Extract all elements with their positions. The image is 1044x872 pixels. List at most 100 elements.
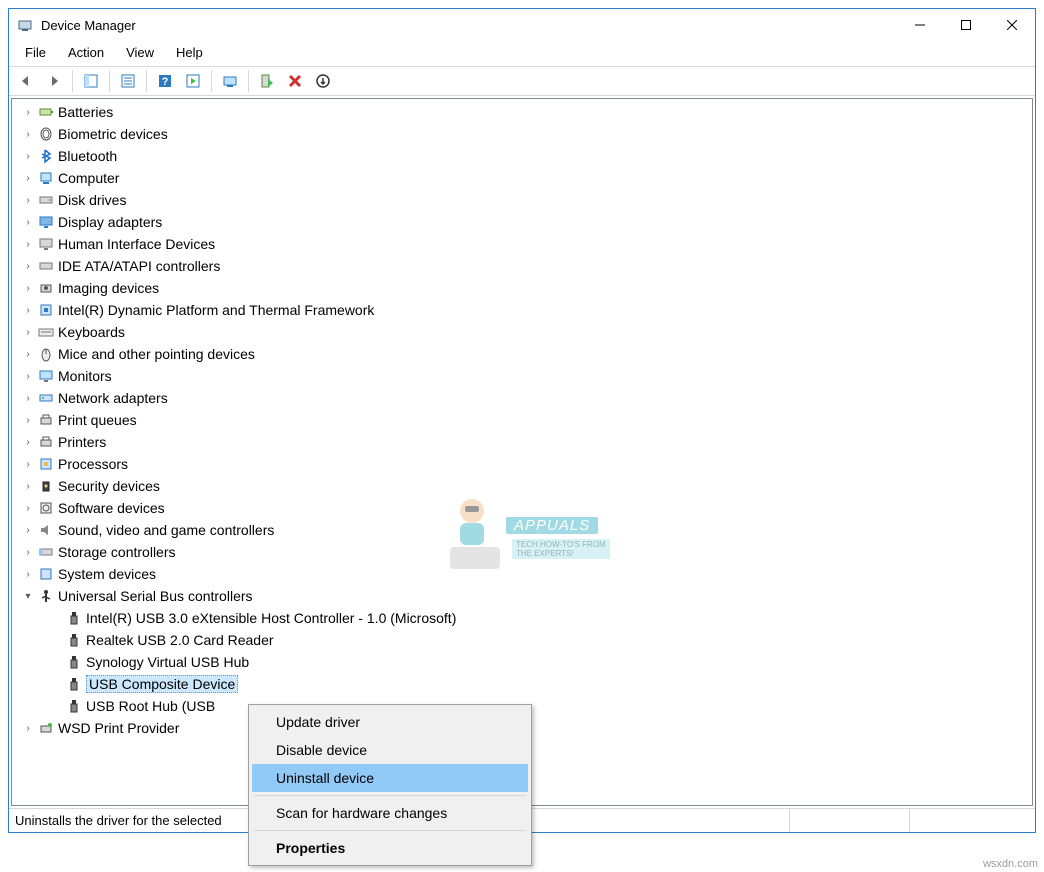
svg-text:?: ? xyxy=(162,76,169,88)
tree-node-label: WSD Print Provider xyxy=(58,720,179,736)
chevron-right-icon[interactable]: › xyxy=(20,415,36,426)
toolbar-separator xyxy=(72,70,73,92)
tree-node-label: Software devices xyxy=(58,500,165,516)
chevron-right-icon[interactable]: › xyxy=(20,723,36,734)
device-tree: ›Batteries›Biometric devices›Bluetooth›C… xyxy=(12,99,1032,741)
chevron-right-icon[interactable]: › xyxy=(20,305,36,316)
tree-node[interactable]: ›Batteries xyxy=(12,101,1032,123)
chevron-right-icon[interactable]: › xyxy=(20,503,36,514)
tree-scrollbar[interactable]: ›Batteries›Biometric devices›Bluetooth›C… xyxy=(12,99,1032,805)
properties-button[interactable] xyxy=(115,69,141,93)
tree-node-label: Network adapters xyxy=(58,390,168,406)
tree-node[interactable]: ›Disk drives xyxy=(12,189,1032,211)
chevron-right-icon[interactable]: › xyxy=(20,195,36,206)
toolbar-separator xyxy=(211,70,212,92)
titlebar: Device Manager xyxy=(9,9,1035,41)
device-icon xyxy=(38,192,54,208)
device-icon xyxy=(66,698,82,714)
tree-node[interactable]: ›Keyboards xyxy=(12,321,1032,343)
chevron-right-icon[interactable]: › xyxy=(20,283,36,294)
device-icon xyxy=(38,434,54,450)
tree-node[interactable]: ›Display adapters xyxy=(12,211,1032,233)
tree-node[interactable]: ›IDE ATA/ATAPI controllers xyxy=(12,255,1032,277)
chevron-right-icon[interactable]: › xyxy=(20,327,36,338)
tree-node[interactable]: › Software devices xyxy=(12,497,1032,519)
chevron-right-icon[interactable]: › xyxy=(20,371,36,382)
chevron-right-icon[interactable]: › xyxy=(20,349,36,360)
back-button[interactable] xyxy=(13,69,39,93)
device-icon xyxy=(38,720,54,736)
device-icon xyxy=(38,148,54,164)
tree-node[interactable]: ›Imaging devices xyxy=(12,277,1032,299)
device-icon xyxy=(38,412,54,428)
tree-node[interactable]: ›Processors xyxy=(12,453,1032,475)
chevron-right-icon[interactable]: › xyxy=(20,107,36,118)
tree-node-label: Bluetooth xyxy=(58,148,117,164)
chevron-right-icon[interactable]: › xyxy=(20,173,36,184)
tree-node[interactable]: ›System devices xyxy=(12,563,1032,585)
action-button[interactable] xyxy=(180,69,206,93)
tree-node[interactable]: ›Printers xyxy=(12,431,1032,453)
tree-node-label: Biometric devices xyxy=(58,126,168,142)
chevron-right-icon[interactable]: › xyxy=(20,569,36,580)
tree-node[interactable]: › Biometric devices xyxy=(12,123,1032,145)
menu-view[interactable]: View xyxy=(116,43,164,62)
chevron-down-icon[interactable]: ▾ xyxy=(20,591,36,602)
tree-node[interactable]: ›Computer xyxy=(12,167,1032,189)
context-update-driver[interactable]: Update driver xyxy=(252,708,528,736)
tree-node[interactable]: Synology Virtual USB Hub xyxy=(12,651,1032,673)
minimize-button[interactable] xyxy=(897,10,943,40)
context-scan-hardware[interactable]: Scan for hardware changes xyxy=(252,799,528,827)
tree-node[interactable]: › Bluetooth xyxy=(12,145,1032,167)
toolbar-separator xyxy=(146,70,147,92)
chevron-right-icon[interactable]: › xyxy=(20,239,36,250)
menu-action[interactable]: Action xyxy=(58,43,114,62)
menu-help[interactable]: Help xyxy=(166,43,213,62)
tree-node[interactable]: Realtek USB 2.0 Card Reader xyxy=(12,629,1032,651)
tree-node[interactable]: › Intel(R) Dynamic Platform and Thermal F… xyxy=(12,299,1032,321)
context-uninstall-device[interactable]: Uninstall device xyxy=(252,764,528,792)
context-disable-device[interactable]: Disable device xyxy=(252,736,528,764)
device-icon xyxy=(38,588,54,604)
tree-node[interactable]: Intel(R) USB 3.0 eXtensible Host Control… xyxy=(12,607,1032,629)
tree-node[interactable]: ›Monitors xyxy=(12,365,1032,387)
maximize-button[interactable] xyxy=(943,10,989,40)
tree-node[interactable]: ›Print queues xyxy=(12,409,1032,431)
forward-button[interactable] xyxy=(41,69,67,93)
close-button[interactable] xyxy=(989,10,1035,40)
status-segment xyxy=(909,809,1029,832)
chevron-right-icon[interactable]: › xyxy=(20,129,36,140)
chevron-right-icon[interactable]: › xyxy=(20,261,36,272)
device-icon xyxy=(38,522,54,538)
chevron-right-icon[interactable]: › xyxy=(20,151,36,162)
tree-node[interactable]: ›Sound, video and game controllers xyxy=(12,519,1032,541)
chevron-right-icon[interactable]: › xyxy=(20,393,36,404)
scan-hardware-button[interactable] xyxy=(217,69,243,93)
chevron-right-icon[interactable]: › xyxy=(20,525,36,536)
context-properties[interactable]: Properties xyxy=(252,834,528,862)
tree-node[interactable]: ›Human Interface Devices xyxy=(12,233,1032,255)
tree-node[interactable]: ›Mice and other pointing devices xyxy=(12,343,1032,365)
tree-node[interactable]: ›Storage controllers xyxy=(12,541,1032,563)
status-segment xyxy=(789,809,909,832)
tree-node-label: Synology Virtual USB Hub xyxy=(86,654,249,670)
toolbar: ? xyxy=(9,66,1035,96)
tree-node[interactable]: ›Security devices xyxy=(12,475,1032,497)
tree-node[interactable]: › Network adapters xyxy=(12,387,1032,409)
chevron-right-icon[interactable]: › xyxy=(20,547,36,558)
chevron-right-icon[interactable]: › xyxy=(20,481,36,492)
disable-device-button[interactable] xyxy=(310,69,336,93)
device-icon xyxy=(38,368,54,384)
tree-node[interactable]: USB Composite Device xyxy=(12,673,1032,695)
tree-node-label: Intel(R) Dynamic Platform and Thermal Fr… xyxy=(58,302,374,318)
help-button[interactable]: ? xyxy=(152,69,178,93)
chevron-right-icon[interactable]: › xyxy=(20,459,36,470)
uninstall-device-button[interactable] xyxy=(282,69,308,93)
tree-node-label: USB Root Hub (USB xyxy=(86,698,215,714)
chevron-right-icon[interactable]: › xyxy=(20,437,36,448)
enable-device-button[interactable] xyxy=(254,69,280,93)
tree-node[interactable]: ▾Universal Serial Bus controllers xyxy=(12,585,1032,607)
chevron-right-icon[interactable]: › xyxy=(20,217,36,228)
show-hide-tree-button[interactable] xyxy=(78,69,104,93)
menu-file[interactable]: File xyxy=(15,43,56,62)
